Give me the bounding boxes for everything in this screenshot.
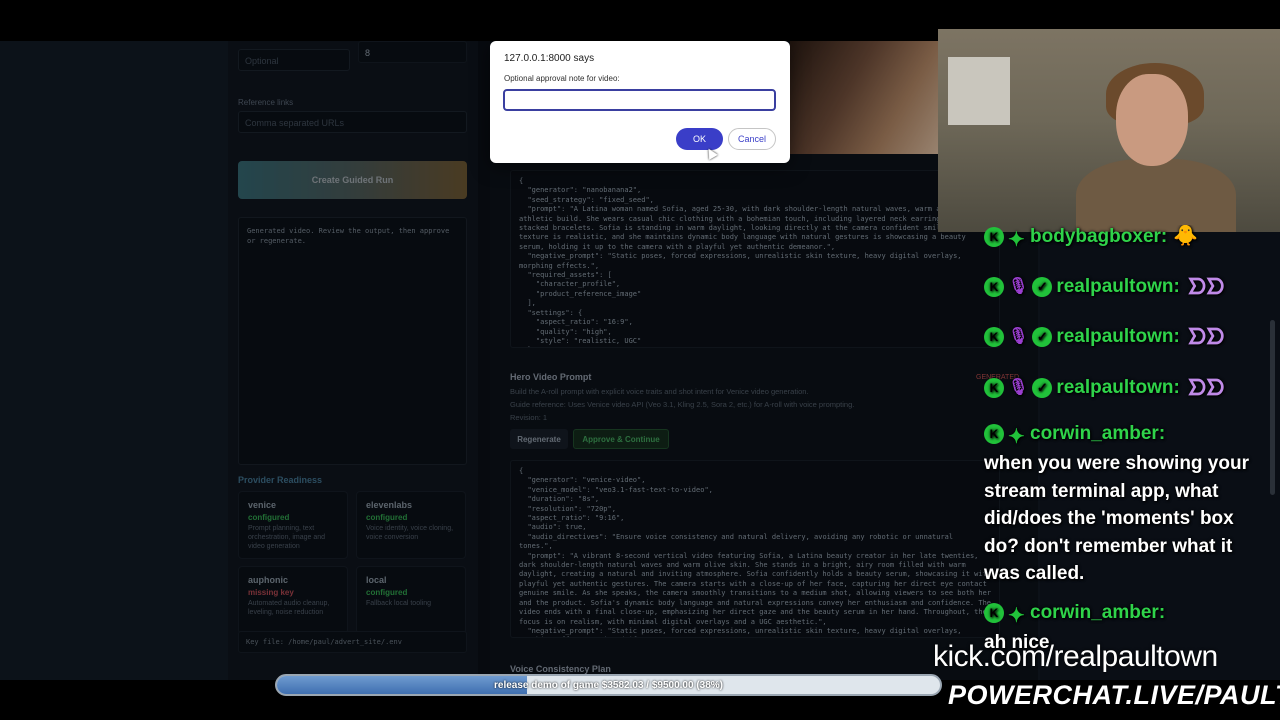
- verified-icon: ✓: [1032, 377, 1053, 398]
- chat-message: K ✦ corwin_amber:: [984, 420, 1166, 448]
- sparkle-badge-icon: ✦: [1008, 425, 1025, 448]
- kick-icon: K: [984, 326, 1004, 347]
- kick-icon: K: [984, 226, 1004, 247]
- ok-button[interactable]: OK: [676, 128, 723, 150]
- chat-message: K 🎙 ✓ realpaultown: ᗤᗤ: [984, 374, 1224, 401]
- donation-goal-bar: release demo of game $3582.03 / $9500.00…: [275, 674, 942, 696]
- mic-badge-icon: 🎙: [1008, 328, 1029, 346]
- chat-username: realpaultown:: [1056, 326, 1180, 347]
- chat-message: K 🎙 ✓ realpaultown: ᗤᗤ: [984, 323, 1224, 350]
- webcam-feed: [938, 29, 1280, 232]
- emote-icon: 🐥: [1173, 225, 1199, 248]
- emote-icon: ᗤᗤ: [1187, 274, 1225, 300]
- left-gutter: [0, 41, 228, 681]
- webcam-person-body: [1076, 159, 1236, 232]
- webcam-person-head: [1116, 74, 1188, 166]
- dialog-title: 127.0.0.1:8000 says: [504, 53, 595, 64]
- cancel-button[interactable]: Cancel: [728, 128, 776, 150]
- kick-icon: K: [984, 276, 1004, 297]
- mic-badge-icon: 🎙: [1008, 278, 1029, 296]
- sparkle-badge-icon: ✦: [1008, 228, 1025, 251]
- chat-scrollbar[interactable]: [1270, 320, 1275, 495]
- kick-channel-url: kick.com/realpaultown: [933, 640, 1218, 673]
- verified-icon: ✓: [1032, 326, 1053, 347]
- approval-note-dialog: 127.0.0.1:8000 says Optional approval no…: [490, 41, 790, 163]
- chat-username: corwin_amber:: [1030, 602, 1166, 623]
- chat-message: K ✦ corwin_amber:: [984, 599, 1166, 627]
- chat-username: corwin_amber:: [1030, 423, 1166, 444]
- donation-goal-text: release demo of game $3582.03 / $9500.00…: [493, 679, 724, 691]
- emote-icon: ᗤᗤ: [1187, 375, 1225, 401]
- chat-message: K ✦ bodybagboxer: 🐥: [984, 225, 1199, 251]
- verified-icon: ✓: [1032, 276, 1053, 297]
- chat-message: K 🎙 ✓ realpaultown: ᗤᗤ: [984, 273, 1224, 300]
- kick-icon: K: [984, 602, 1004, 623]
- approval-note-input[interactable]: [503, 89, 776, 111]
- dialog-message: Optional approval note for video:: [504, 74, 620, 83]
- chat-username: realpaultown:: [1056, 276, 1180, 297]
- kick-icon: K: [984, 423, 1004, 444]
- powerchat-url: POWERCHAT.LIVE/PAULTOWN: [948, 680, 1280, 710]
- mic-badge-icon: 🎙: [1008, 379, 1029, 397]
- screen: Optional 8 Reference links Comma separat…: [0, 0, 1280, 720]
- chat-message-text: when you were showing your stream termin…: [984, 453, 1249, 584]
- kick-icon: K: [984, 377, 1004, 398]
- webcam-background-window: [948, 57, 1010, 125]
- emote-icon: ᗤᗤ: [1187, 324, 1225, 350]
- sparkle-badge-icon: ✦: [1008, 604, 1025, 627]
- stream-chat: K ✦ bodybagboxer: 🐥 K 🎙 ✓ realpaultown: ᗤᗤ K 🎙 ✓ r…: [980, 225, 1270, 655]
- chat-username: bodybagboxer:: [1030, 226, 1168, 247]
- chat-username: realpaultown:: [1056, 377, 1180, 398]
